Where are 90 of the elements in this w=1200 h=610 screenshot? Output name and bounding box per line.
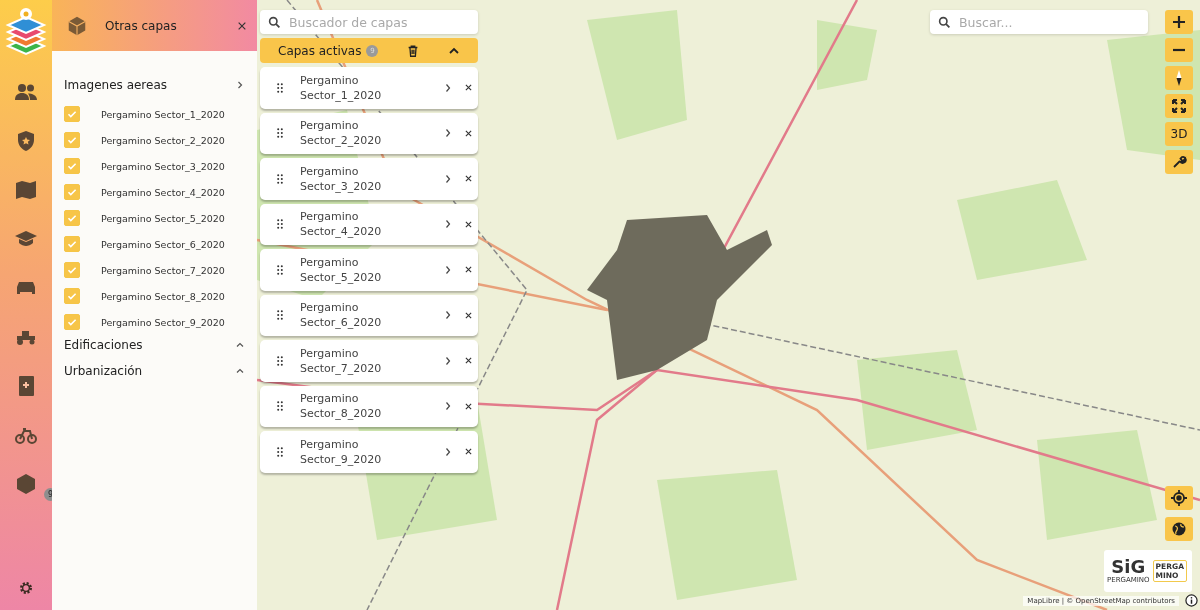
checkbox[interactable] (64, 106, 80, 122)
layer-group-header[interactable]: Urbanización (64, 361, 245, 381)
layer-search-field[interactable]: Buscador de capas (260, 10, 478, 34)
active-layers-title: Capas activas (278, 43, 362, 58)
fullscreen-button[interactable] (1165, 94, 1193, 118)
drag-handle-icon[interactable] (277, 219, 283, 230)
checkbox[interactable] (64, 132, 80, 148)
active-layer-card[interactable]: Pergamino Sector_3_2020 (260, 158, 478, 200)
close-icon[interactable] (465, 266, 472, 274)
info-icon[interactable] (1185, 594, 1198, 607)
active-layer-card[interactable]: Pergamino Sector_7_2020 (260, 340, 478, 382)
drag-handle-icon[interactable] (277, 401, 283, 412)
checkbox[interactable] (64, 210, 80, 226)
layer-name: Pergamino Sector_4_2020 (300, 209, 383, 240)
active-layer-card[interactable]: Pergamino Sector_6_2020 (260, 294, 478, 336)
layer-name: Pergamino Sector_6_2020 (300, 300, 383, 331)
active-layer-card[interactable]: Pergamino Sector_1_2020 (260, 67, 478, 109)
close-icon[interactable] (465, 84, 472, 92)
locate-button[interactable] (1165, 486, 1193, 510)
layer-name: Pergamino Sector_7_2020 (300, 345, 383, 376)
crosshair-icon (1171, 490, 1187, 506)
layer-name: Pergamino Sector_9_2020 (300, 436, 383, 467)
active-layer-card[interactable]: Pergamino Sector_9_2020 (260, 431, 478, 473)
layer-label: Pergamino Sector_9_2020 (101, 316, 225, 328)
layer-label: Pergamino Sector_6_2020 (101, 238, 225, 250)
close-icon[interactable] (465, 448, 472, 456)
close-icon[interactable] (465, 129, 472, 137)
layer-label: Pergamino Sector_8_2020 (101, 290, 225, 302)
drag-handle-icon[interactable] (277, 446, 283, 457)
layer-label: Pergamino Sector_3_2020 (101, 160, 225, 172)
checkbox[interactable] (64, 184, 80, 200)
layer-name: Pergamino Sector_1_2020 (300, 72, 383, 103)
drag-handle-icon[interactable] (277, 82, 283, 93)
active-layer-card[interactable]: Pergamino Sector_2_2020 (260, 112, 478, 154)
logo-title: SiG (1111, 558, 1146, 576)
search-icon (268, 16, 281, 29)
drag-handle-icon[interactable] (277, 128, 283, 139)
chevron-right-icon[interactable] (445, 401, 451, 412)
stacked-layers-logo-icon[interactable] (4, 6, 48, 58)
expand-arrows-icon (1171, 98, 1187, 114)
layer-group-header[interactable]: Edificaciones (64, 335, 245, 355)
chevron-right-icon[interactable] (445, 310, 451, 321)
layer-group-header[interactable]: Imagenes aereas (64, 75, 245, 95)
close-icon[interactable] (465, 402, 472, 410)
chevron-right-icon[interactable] (445, 82, 451, 93)
active-layer-card[interactable]: Pergamino Sector_8_2020 (260, 385, 478, 427)
chevron-right-icon[interactable] (445, 173, 451, 184)
globe-icon (1171, 521, 1187, 537)
drag-handle-icon[interactable] (277, 264, 283, 275)
close-icon[interactable] (237, 20, 247, 31)
panel-title: Otras capas (105, 18, 178, 33)
chevron-right-icon[interactable] (445, 446, 451, 457)
layer-label: Pergamino Sector_7_2020 (101, 264, 225, 276)
active-layer-card[interactable]: Pergamino Sector_4_2020 (260, 203, 478, 245)
plus-icon (1171, 14, 1187, 30)
search-icon (938, 16, 951, 29)
layer-label: Pergamino Sector_5_2020 (101, 212, 225, 224)
close-icon[interactable] (465, 175, 472, 183)
active-layer-card[interactable]: Pergamino Sector_5_2020 (260, 249, 478, 291)
chevron-right-icon[interactable] (445, 355, 451, 366)
layer-name: Pergamino Sector_2_2020 (300, 118, 383, 149)
layer-label: Pergamino Sector_1_2020 (101, 108, 225, 120)
checkbox[interactable] (64, 262, 80, 278)
compass-button[interactable] (1165, 66, 1193, 90)
close-icon[interactable] (465, 311, 472, 319)
drag-handle-icon[interactable] (277, 173, 283, 184)
layer-name: Pergamino Sector_8_2020 (300, 391, 383, 422)
chevron-right-icon[interactable] (445, 264, 451, 275)
close-icon[interactable] (465, 220, 472, 228)
search-field[interactable]: Buscar... (930, 10, 1148, 34)
settings-icon[interactable] (18, 580, 34, 596)
zoom-in-button[interactable] (1165, 10, 1193, 34)
chevron-right-icon[interactable] (445, 128, 451, 139)
checkbox[interactable] (64, 158, 80, 174)
checkbox[interactable] (64, 236, 80, 252)
globe-button[interactable] (1165, 517, 1193, 541)
layer-label: Pergamino Sector_4_2020 (101, 186, 225, 198)
map-icon[interactable] (14, 178, 38, 202)
layer-label: Pergamino Sector_2_2020 (101, 134, 225, 146)
layer-name: Pergamino Sector_5_2020 (300, 254, 383, 285)
checkbox[interactable] (64, 288, 80, 304)
drag-handle-icon[interactable] (277, 310, 283, 321)
checkbox[interactable] (64, 314, 80, 330)
drag-handle-icon[interactable] (277, 355, 283, 366)
tools-button[interactable] (1165, 150, 1193, 174)
chevron-right-icon[interactable] (445, 219, 451, 230)
3d-toggle-button[interactable]: 3D (1165, 122, 1193, 146)
zoom-out-button[interactable] (1165, 38, 1193, 62)
layer-name: Pergamino Sector_3_2020 (300, 163, 383, 194)
close-icon[interactable] (465, 357, 472, 365)
